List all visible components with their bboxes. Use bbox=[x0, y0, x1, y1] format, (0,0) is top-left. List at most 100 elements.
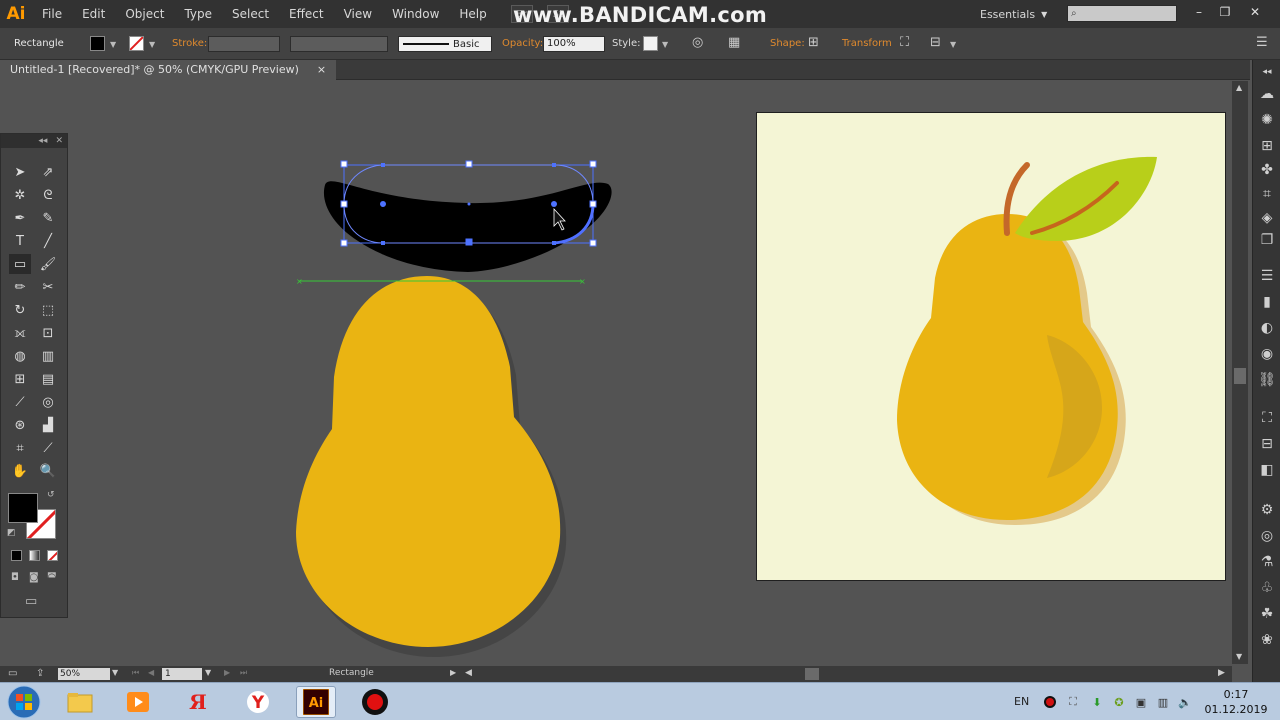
draw-normal-icon[interactable]: ◘ bbox=[11, 572, 19, 583]
width-tool[interactable]: ⟗ bbox=[9, 323, 31, 343]
first-artboard-icon[interactable]: ⏮ bbox=[132, 668, 139, 678]
workspace-switcher[interactable]: Essentials ▼ bbox=[980, 4, 1054, 24]
magic-wand-tool[interactable]: ✲ bbox=[9, 185, 31, 205]
rectangle-tool[interactable]: ▭ bbox=[9, 254, 31, 274]
tray-app-icon[interactable]: ⛶ bbox=[1066, 695, 1080, 709]
artboards-icon[interactable]: ❐ bbox=[1257, 230, 1277, 250]
direct-selection-tool[interactable]: ⇗ bbox=[37, 162, 59, 182]
variable-width-profile[interactable] bbox=[290, 36, 388, 52]
type-tool[interactable]: T bbox=[9, 231, 31, 251]
stroke-weight-field[interactable] bbox=[208, 36, 280, 52]
scroll-left-icon[interactable]: ◀ bbox=[465, 668, 472, 678]
taskbar-explorer[interactable] bbox=[60, 686, 100, 718]
last-artboard-icon[interactable]: ⏭ bbox=[240, 668, 247, 678]
transform-panel-icon[interactable]: ⛶ bbox=[1257, 408, 1277, 428]
horizontal-scroll-thumb[interactable] bbox=[805, 668, 819, 680]
curvature-tool[interactable]: ✎ bbox=[37, 208, 59, 228]
artboard-number-field[interactable]: 1 bbox=[162, 668, 202, 680]
start-button[interactable] bbox=[4, 685, 44, 719]
brush-definition-dropdown[interactable]: Basic bbox=[398, 36, 492, 52]
chevron-down-icon[interactable]: ▼ bbox=[110, 40, 116, 49]
slice-tool[interactable]: ⟋ bbox=[37, 438, 59, 458]
leaf-shape-selected[interactable] bbox=[323, 181, 612, 272]
gradient-tool[interactable]: ▤ bbox=[37, 369, 59, 389]
taskbar-yandex-browser[interactable]: Я bbox=[178, 686, 218, 718]
anchor-point[interactable] bbox=[551, 201, 557, 207]
chevron-down-icon[interactable]: ▼ bbox=[149, 40, 155, 49]
selection-tool[interactable]: ➤ bbox=[9, 162, 31, 182]
taskbar-media-player[interactable] bbox=[118, 686, 158, 718]
artboard-nav-icon[interactable]: ▭ bbox=[8, 668, 17, 679]
panel-menu-icon[interactable]: ☰ bbox=[1256, 35, 1268, 50]
canvas[interactable]: × × bbox=[68, 81, 1232, 664]
zoom-tool[interactable]: 🔍 bbox=[37, 461, 59, 481]
pencil-tool[interactable]: ✏ bbox=[9, 277, 31, 297]
next-artboard-icon[interactable]: ▶ bbox=[224, 668, 230, 677]
horizontal-scrollbar[interactable]: ◀ ▶ bbox=[462, 666, 1232, 682]
shape-label[interactable]: Shape: bbox=[770, 38, 805, 49]
handle-bottom-center[interactable] bbox=[465, 238, 473, 246]
chevron-down-icon[interactable]: ▼ bbox=[950, 40, 956, 49]
libraries-icon[interactable]: ☁ bbox=[1257, 84, 1277, 104]
chevron-down-icon[interactable]: ▼ bbox=[205, 668, 211, 677]
tray-record-icon[interactable] bbox=[1043, 695, 1057, 709]
status-menu-arrow-icon[interactable]: ▶ bbox=[450, 668, 456, 677]
transparency-icon[interactable]: ◐ bbox=[1257, 318, 1277, 338]
close-window-button[interactable]: ✕ bbox=[1242, 2, 1268, 22]
lasso-tool[interactable]: ᘓ bbox=[37, 185, 59, 205]
default-colors-icon[interactable]: ◩ bbox=[7, 528, 16, 538]
close-tab-icon[interactable]: × bbox=[317, 60, 326, 80]
menu-select[interactable]: Select bbox=[222, 0, 279, 28]
tray-security-icon[interactable]: ✪ bbox=[1112, 695, 1126, 709]
handle-top-center[interactable] bbox=[465, 160, 473, 168]
brushes-icon[interactable]: ✤ bbox=[1257, 160, 1277, 180]
gradient-panel-icon[interactable]: ▮ bbox=[1257, 292, 1277, 312]
isolate-icon[interactable]: ⛶ bbox=[900, 35, 909, 50]
taskbar-bandicam[interactable] bbox=[355, 686, 395, 718]
symbols-icon[interactable]: ⌗ bbox=[1257, 184, 1277, 204]
tray-volume-icon[interactable]: 🔈 bbox=[1178, 695, 1192, 709]
share-icon[interactable]: ⇪ bbox=[36, 668, 44, 679]
align-panel-icon[interactable]: ⊟ bbox=[1257, 434, 1277, 454]
free-transform-tool[interactable]: ⊡ bbox=[37, 323, 59, 343]
chevron-down-icon[interactable]: ▼ bbox=[662, 40, 668, 49]
menu-edit[interactable]: Edit bbox=[72, 0, 115, 28]
handle-mid-right[interactable] bbox=[589, 200, 597, 208]
arrange-icon[interactable]: ⊟ bbox=[930, 35, 941, 50]
scroll-right-icon[interactable]: ▶ bbox=[1218, 668, 1225, 678]
appearance-icon[interactable]: ◉ bbox=[1257, 344, 1277, 364]
restore-button[interactable]: ❐ bbox=[1212, 2, 1238, 22]
gradient-mode-icon[interactable] bbox=[29, 550, 40, 561]
graphic-style-swatch[interactable] bbox=[643, 36, 658, 51]
document-tab[interactable]: Untitled-1 [Recovered]* @ 50% (CMYK/GPU … bbox=[0, 60, 337, 80]
taskbar-illustrator[interactable]: Ai bbox=[296, 686, 336, 718]
vertical-scrollbar[interactable]: ▲ ▼ bbox=[1232, 81, 1248, 664]
fill-color-swatch-front[interactable] bbox=[8, 493, 38, 523]
tray-download-icon[interactable]: ⬇ bbox=[1090, 695, 1104, 709]
tray-network-icon[interactable]: ▥ bbox=[1156, 695, 1170, 709]
links-icon[interactable]: ⛓ bbox=[1257, 370, 1277, 390]
opacity-field[interactable]: 100% bbox=[543, 36, 605, 52]
menu-file[interactable]: File bbox=[32, 0, 72, 28]
handle-bottom-right[interactable] bbox=[589, 239, 597, 247]
previous-artboard-icon[interactable]: ◀ bbox=[148, 668, 154, 677]
pen-tool[interactable]: ✒ bbox=[9, 208, 31, 228]
transform-label[interactable]: Transform bbox=[842, 38, 892, 49]
actions-icon[interactable]: ❀ bbox=[1257, 630, 1277, 650]
help-search-input[interactable]: ⌕ bbox=[1067, 5, 1177, 22]
artboard[interactable] bbox=[756, 112, 1226, 581]
draw-inside-icon[interactable]: ◚ bbox=[47, 572, 57, 583]
tray-language[interactable]: EN bbox=[1014, 695, 1029, 708]
handle-top-left[interactable] bbox=[340, 160, 348, 168]
scale-tool[interactable]: ⬚ bbox=[37, 300, 59, 320]
graph-tool[interactable]: ▥ bbox=[37, 346, 59, 366]
taskbar-yandex[interactable]: Y bbox=[238, 686, 278, 718]
eyedropper-tool[interactable]: ⟋ bbox=[9, 392, 31, 412]
handle-mid-left[interactable] bbox=[340, 200, 348, 208]
anchor-point[interactable] bbox=[381, 241, 385, 245]
system-clock[interactable]: 0:17 01.12.2019 bbox=[1198, 687, 1274, 717]
rotate-tool[interactable]: ↻ bbox=[9, 300, 31, 320]
info-icon[interactable]: ☘ bbox=[1257, 604, 1277, 624]
collapse-dock-icon[interactable]: ◂◂ bbox=[1257, 62, 1277, 82]
minimize-button[interactable]: – bbox=[1186, 2, 1212, 22]
